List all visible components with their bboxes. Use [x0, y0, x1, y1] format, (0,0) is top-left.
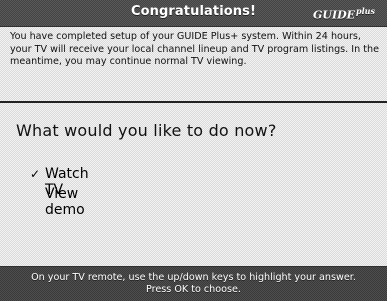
setup-complete-message: You have completed setup of your GUIDE P… [10, 31, 379, 67]
logo-text: GUIDE [312, 8, 356, 22]
guide-plus-logo: GUIDEplus [313, 6, 375, 22]
instruction-line-1: On your TV remote, use the up/down keys … [31, 272, 356, 283]
instruction-bar: On your TV remote, use the up/down keys … [0, 266, 387, 301]
instruction-line-2: Press OK to choose. [146, 284, 241, 295]
prompt-question: What would you like to do now? [16, 121, 277, 140]
logo-suffix: plus [356, 6, 375, 16]
checkmark-icon: ✓ [30, 167, 41, 181]
menu-item-label: View demo [45, 186, 85, 218]
guide-setup-screen: Congratulations! GUIDEplus You have comp… [0, 0, 387, 301]
instruction-text: On your TV remote, use the up/down keys … [0, 272, 387, 296]
title-bar: Congratulations! GUIDEplus [0, 0, 387, 27]
divider [0, 101, 387, 103]
